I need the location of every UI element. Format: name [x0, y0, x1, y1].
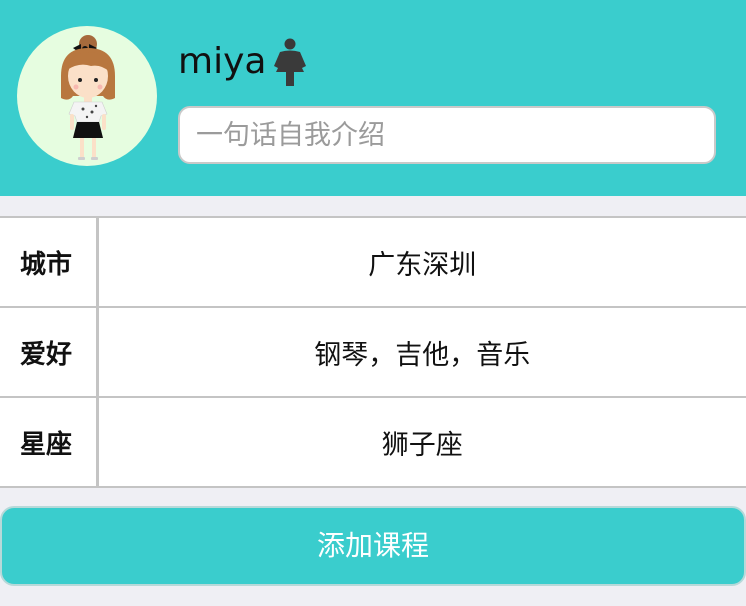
hobbies-label: 爱好	[0, 306, 99, 398]
info-row-zodiac[interactable]: 星座 狮子座	[0, 396, 746, 488]
profile-header: miya	[0, 0, 746, 196]
avatar[interactable]	[17, 26, 157, 166]
info-row-hobbies[interactable]: 爱好 钢琴，吉他，音乐	[0, 306, 746, 398]
hobbies-value[interactable]: 钢琴，吉他，音乐	[96, 306, 746, 398]
intro-input[interactable]	[178, 106, 716, 164]
city-label: 城市	[0, 216, 99, 308]
zodiac-value[interactable]: 狮子座	[96, 396, 746, 488]
city-value[interactable]: 广东深圳	[96, 216, 746, 308]
add-course-button[interactable]: 添加课程	[0, 506, 746, 586]
female-icon	[272, 38, 308, 92]
info-table: 城市 广东深圳 爱好 钢琴，吉他，音乐 星座 狮子座	[0, 216, 746, 488]
girl-avatar-icon	[61, 35, 115, 160]
info-row-city[interactable]: 城市 广东深圳	[0, 216, 746, 308]
username: miya	[178, 41, 267, 82]
zodiac-label: 星座	[0, 396, 99, 488]
